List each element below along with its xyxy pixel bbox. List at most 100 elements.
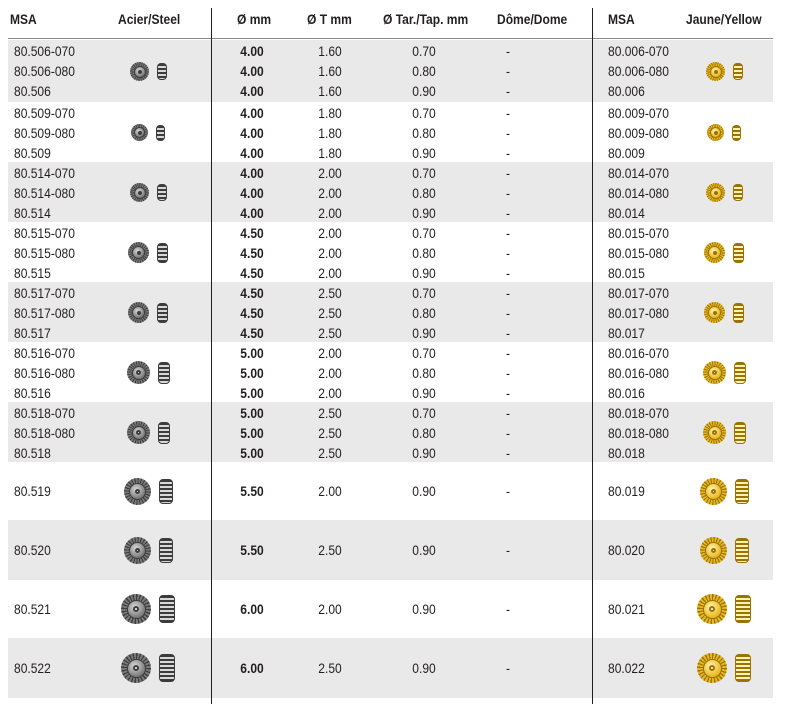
crown-side-icon <box>735 595 751 623</box>
cell-msa2: 80.009 <box>608 145 645 161</box>
cell-dome: - <box>505 43 511 59</box>
column-divider-left <box>211 8 212 704</box>
steel-crown-icon <box>130 62 167 81</box>
cell-dia: 4.00 <box>240 205 264 221</box>
cell-msa2: 80.017-080 <box>608 305 669 321</box>
table-row: 80.517-080 4.50 2.50 0.80 - 80.017-080 <box>8 303 773 323</box>
cell-msa: 80.509-070 <box>14 105 75 121</box>
crown-face-icon <box>127 361 150 384</box>
crown-side-icon <box>734 422 746 444</box>
table-row: 80.516 5.00 2.00 0.90 - 80.016 <box>8 383 773 403</box>
steel-crown-icon <box>124 537 173 564</box>
header-t: Ø T mm <box>307 11 352 27</box>
cell-msa: 80.509-080 <box>14 125 75 141</box>
cell-t: 2.50 <box>318 405 342 421</box>
cell-t: 1.60 <box>318 63 342 79</box>
cell-dome: - <box>505 660 511 676</box>
yellow-crown-icon <box>704 242 744 263</box>
product-group: 80.515-070 4.50 2.00 0.70-80.015-070 80.515-… <box>8 222 773 282</box>
crown-side-icon <box>159 538 173 563</box>
cell-dia: 4.00 <box>240 63 264 79</box>
crown-side-icon <box>157 303 168 323</box>
cell-msa: 80.518-080 <box>14 425 75 441</box>
column-divider-right <box>592 8 593 704</box>
cell-msa: 80.514-080 <box>14 185 75 201</box>
cell-msa: 80.518 <box>14 445 51 461</box>
cell-t: 2.00 <box>318 601 342 617</box>
table-row: 80.517-070 4.50 2.50 0.70 - 80.017-070 <box>8 283 773 303</box>
crown-face-icon <box>124 478 151 505</box>
cell-t: 2.00 <box>318 385 342 401</box>
cell-tar: 0.70 <box>412 285 436 301</box>
cell-t: 2.50 <box>318 425 342 441</box>
crown-face-icon <box>131 124 148 141</box>
crown-side-icon <box>159 479 173 504</box>
cell-msa2: 80.006-080 <box>608 63 669 79</box>
cell-tar: 0.70 <box>412 105 436 121</box>
cell-dia: 5.00 <box>240 405 264 421</box>
header-msa-yellow: MSA <box>608 11 635 27</box>
cell-msa: 80.518-070 <box>14 405 75 421</box>
yellow-crown-icon <box>700 478 749 505</box>
cell-tar: 0.80 <box>412 125 436 141</box>
cell-tar: 0.80 <box>412 365 436 381</box>
cell-dia: 4.00 <box>240 145 264 161</box>
cell-tar: 0.90 <box>412 265 436 281</box>
header-steel: Acier/Steel <box>118 11 181 27</box>
cell-tar: 0.80 <box>412 245 436 261</box>
table-row: 80.515-070 4.50 2.00 0.70 - 80.015-070 <box>8 223 773 243</box>
cell-msa2: 80.016-080 <box>608 365 669 381</box>
header-tar: Ø Tar./Tap. mm <box>383 11 469 27</box>
cell-dia: 4.50 <box>240 225 264 241</box>
cell-msa: 80.517-070 <box>14 285 75 301</box>
header-rule <box>8 38 773 39</box>
steel-crown-icon <box>121 594 175 624</box>
steel-crown-icon <box>128 242 168 263</box>
product-group: 80.506-070 4.00 1.60 0.70-80.006-070 80.506-… <box>8 40 773 102</box>
crown-face-icon <box>707 124 724 141</box>
cell-msa: 80.519 <box>14 483 51 499</box>
table-row: 80.506-070 4.00 1.60 0.70 - 80.006-070 <box>8 41 773 61</box>
cell-msa2: 80.017 <box>608 325 645 341</box>
crown-side-icon <box>735 538 749 563</box>
cell-msa2: 80.018-080 <box>608 425 669 441</box>
yellow-crown-icon <box>706 62 743 81</box>
cell-dia: 4.50 <box>240 265 264 281</box>
cell-dia: 4.00 <box>240 105 264 121</box>
crown-face-icon <box>130 183 149 202</box>
cell-t: 2.00 <box>318 365 342 381</box>
steel-crown-icon <box>121 653 175 683</box>
cell-dia: 4.50 <box>240 285 264 301</box>
cell-dome: - <box>505 145 511 161</box>
cell-msa: 80.521 <box>14 601 51 617</box>
table-row: 80.518-070 5.00 2.50 0.70 - 80.018-070 <box>8 403 773 423</box>
cell-t: 2.00 <box>318 483 342 499</box>
cell-dia: 5.00 <box>240 445 264 461</box>
cell-tar: 0.90 <box>412 601 436 617</box>
crown-side-icon <box>735 479 749 504</box>
header-yellow: Jaune/Yellow <box>686 11 762 27</box>
cell-dia: 5.50 <box>240 483 264 499</box>
cell-dome: - <box>505 185 511 201</box>
cell-tar: 0.90 <box>412 660 436 676</box>
table-row: 80.516-070 5.00 2.00 0.70 - 80.016-070 <box>8 343 773 363</box>
cell-dome: - <box>505 285 511 301</box>
yellow-crown-icon <box>703 421 746 444</box>
cell-msa2: 80.017-070 <box>608 285 669 301</box>
cell-msa2: 80.015-080 <box>608 245 669 261</box>
cell-msa: 80.506 <box>14 83 51 99</box>
cell-dome: - <box>505 245 511 261</box>
cell-msa2: 80.006-070 <box>608 43 669 59</box>
cell-msa: 80.509 <box>14 145 51 161</box>
table-row: 80.515 4.50 2.00 0.90 - 80.015 <box>8 263 773 283</box>
crown-face-icon <box>128 242 149 263</box>
cell-tar: 0.90 <box>412 542 436 558</box>
cell-t: 2.50 <box>318 285 342 301</box>
cell-msa2: 80.016 <box>608 385 645 401</box>
cell-t: 2.00 <box>318 185 342 201</box>
table-row: 80.514-070 4.00 2.00 0.70 - 80.014-070 <box>8 163 773 183</box>
product-group: 80.517-070 4.50 2.50 0.70-80.017-070 80.517-… <box>8 282 773 342</box>
crown-face-icon <box>700 537 727 564</box>
cell-msa2: 80.015-070 <box>608 225 669 241</box>
cell-dome: - <box>505 345 511 361</box>
